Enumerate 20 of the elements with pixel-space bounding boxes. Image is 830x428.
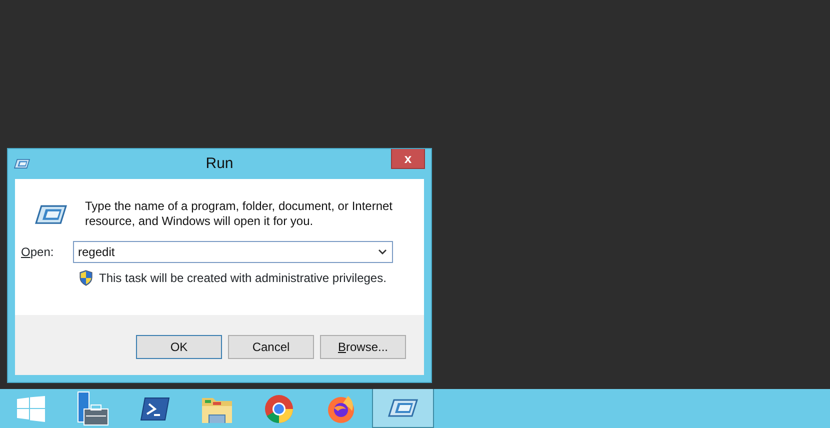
window-title: Run	[204, 154, 234, 174]
dialog-button[interactable]: Browse...	[320, 335, 406, 359]
taskbar-button[interactable]	[372, 389, 434, 428]
dialog-button[interactable]: Cancel	[228, 335, 314, 359]
shield-icon	[79, 270, 93, 286]
chevron-down-icon[interactable]	[378, 249, 387, 255]
admin-notice: This task will be created with administrative privileges.	[99, 270, 386, 287]
server-toolbox-icon	[76, 390, 110, 426]
chrome-icon	[264, 394, 294, 424]
run-icon	[14, 159, 30, 169]
description-text: Type the name of a program, folder, document, or Internet resource, and Windows will open it for you.	[85, 199, 394, 229]
open-label: Open:	[21, 244, 55, 261]
run-icon	[35, 205, 67, 224]
terminal-icon	[140, 396, 170, 420]
open-combobox[interactable]: regedit	[73, 241, 393, 263]
firefox-icon	[326, 394, 356, 424]
dialog-button[interactable]: OK	[136, 335, 222, 359]
run-icon	[388, 399, 418, 417]
windows-logo-icon	[17, 396, 45, 422]
close-button[interactable]: x	[391, 149, 425, 169]
